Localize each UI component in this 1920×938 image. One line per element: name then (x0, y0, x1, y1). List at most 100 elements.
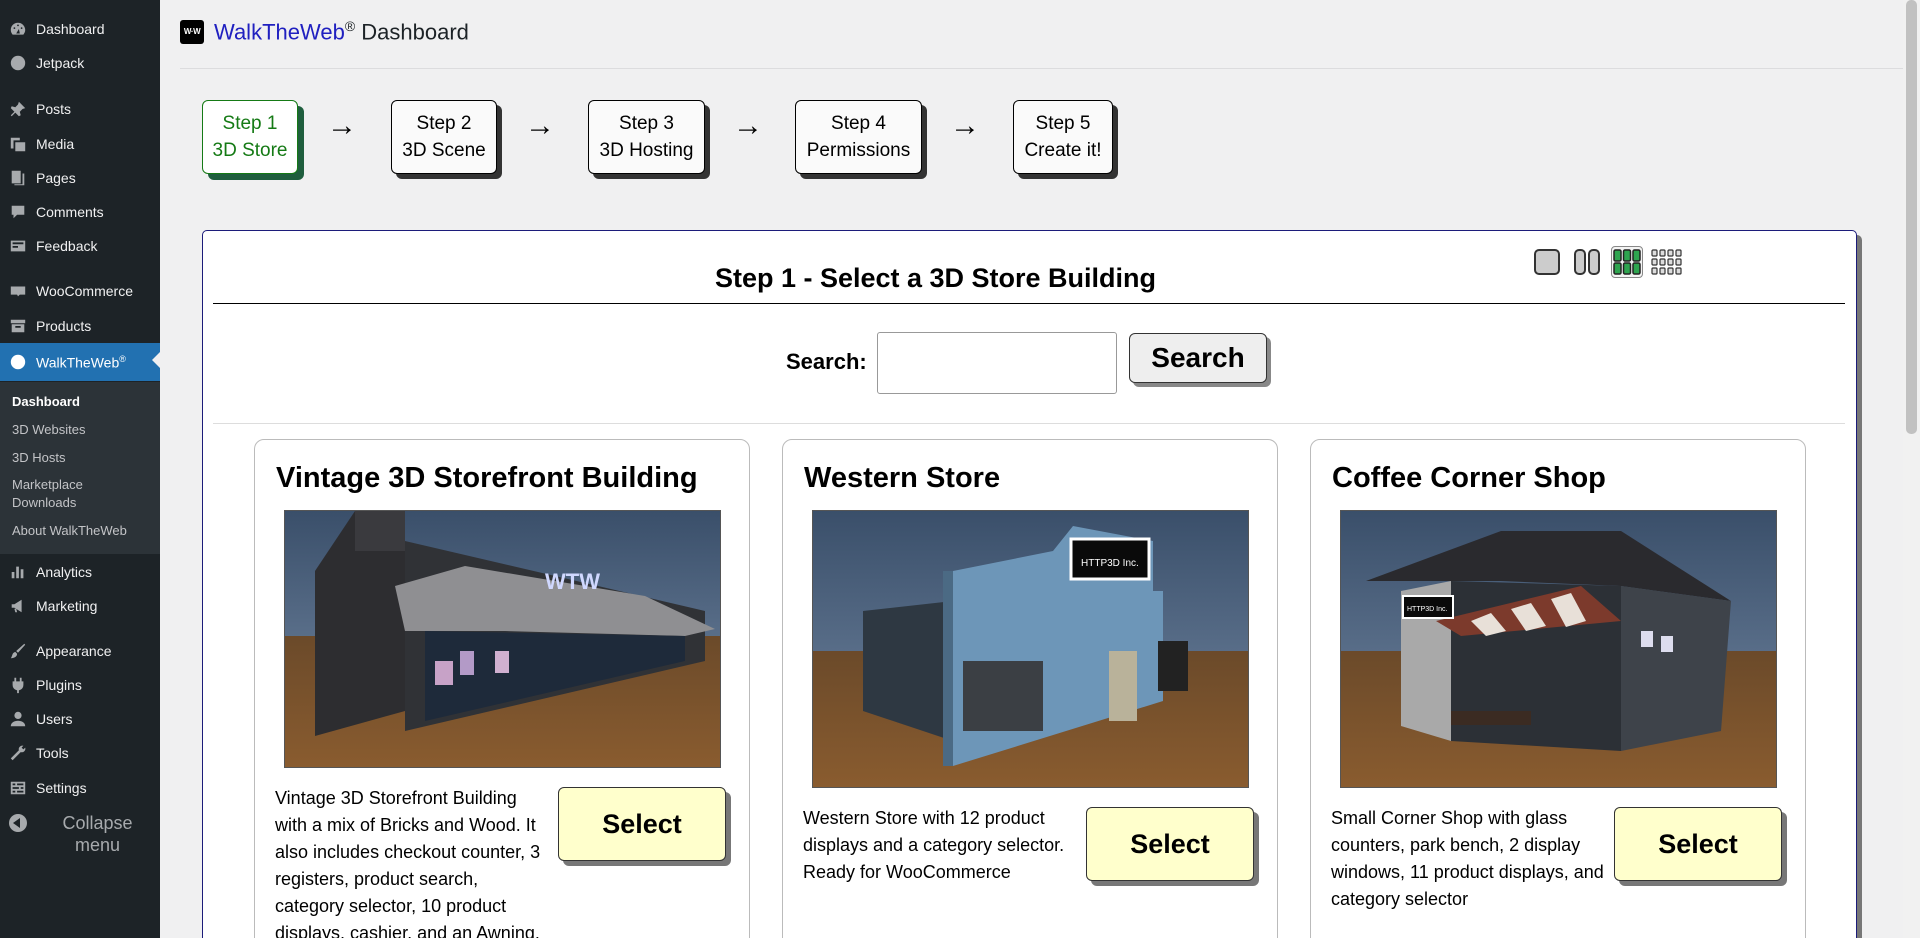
card-description: Vintage 3D Storefront Building with a mi… (275, 788, 541, 938)
sidebar-item-label: Comments (36, 204, 104, 220)
archive-icon (0, 317, 36, 335)
sidebar-item-label: Appearance (36, 643, 112, 659)
submenu-marketplace-downloads[interactable]: Marketplace Downloads (12, 476, 102, 512)
chart-icon (0, 563, 36, 581)
step-arrow-icon: → (733, 109, 763, 142)
sidebar-item-label: Products (36, 318, 92, 334)
settings-icon (0, 779, 36, 797)
submenu-about-walktheweb[interactable]: About WalkTheWeb (12, 522, 152, 540)
store-card-western: Western Store HTTP3D Inc. Western Store … (782, 439, 1278, 938)
search-label: Search: (786, 349, 867, 374)
card-title: Coffee Corner Shop (1332, 462, 1606, 494)
store-sign-text: HTTP3D Inc. (1081, 558, 1139, 569)
select-button[interactable]: Select (1614, 807, 1782, 881)
step-arrow-icon: → (327, 109, 357, 142)
step-sublabel: 3D Scene (402, 140, 486, 161)
megaphone-icon (0, 597, 36, 615)
card-title: Western Store (804, 462, 1001, 494)
registered-mark: ® (344, 18, 356, 34)
store-preview-image[interactable]: HTTP3D Inc. (1340, 510, 1777, 788)
step-arrow-icon: → (950, 109, 980, 142)
page-title-text: Dashboard (361, 19, 469, 45)
submenu-3d-websites[interactable]: 3D Websites (12, 421, 152, 439)
step-sublabel: Permissions (806, 140, 911, 161)
step-sublabel: 3D Store (212, 140, 288, 161)
sidebar-item-analytics[interactable]: Analytics (0, 555, 160, 589)
step-label: Step 1 (222, 113, 278, 134)
sidebar-item-feedback[interactable]: Feedback (0, 229, 160, 263)
select-button[interactable]: Select (558, 787, 726, 861)
brush-icon (0, 642, 36, 660)
admin-sidebar: Dashboard Jetpack Posts Media Pages Comm… (0, 0, 160, 938)
comment-icon (0, 203, 36, 221)
sidebar-item-dashboard[interactable]: Dashboard (0, 12, 160, 46)
card-description: Small Corner Shop with glass counters, p… (1331, 808, 1604, 909)
step-5-button[interactable]: Step 5 Create it! (1013, 100, 1113, 174)
page-scrollbar[interactable] (1903, 0, 1920, 938)
submenu-dashboard[interactable]: Dashboard (12, 393, 152, 411)
sidebar-item-pages[interactable]: Pages (0, 161, 160, 195)
sidebar-item-tools[interactable]: Tools (0, 736, 160, 770)
woocommerce-icon (0, 282, 36, 300)
walktheweb-submenu: Dashboard 3D Websites 3D Hosts Marketpla… (0, 382, 160, 554)
page-header: W·W WalkTheWeb® Dashboard (180, 18, 469, 45)
globe-icon (0, 353, 36, 371)
scrollbar-thumb[interactable] (1906, 0, 1917, 434)
panel-title: Step 1 - Select a 3D Store Building (714, 263, 1157, 293)
store-card-coffee: Coffee Corner Shop HTTP3D Inc. Small Cor… (1310, 439, 1806, 938)
sidebar-item-label: Settings (36, 780, 87, 796)
step-1-button[interactable]: Step 1 3D Store (202, 100, 298, 174)
step-2-button[interactable]: Step 2 3D Scene (391, 100, 497, 174)
step-3-button[interactable]: Step 3 3D Hosting (588, 100, 705, 174)
sidebar-item-plugins[interactable]: Plugins (0, 668, 160, 702)
sidebar-item-label: Feedback (36, 238, 98, 254)
sidebar-item-label: Plugins (36, 677, 82, 693)
dashboard-icon (0, 20, 36, 38)
sidebar-item-marketing[interactable]: Marketing (0, 589, 160, 623)
step-label: Step 3 (619, 113, 674, 134)
sidebar-item-label: Jetpack (36, 55, 85, 71)
sidebar-item-jetpack[interactable]: Jetpack (0, 46, 160, 80)
search-input[interactable] (877, 332, 1117, 394)
sidebar-item-walktheweb[interactable]: WalkTheWeb® (0, 343, 160, 381)
search-divider (213, 423, 1845, 424)
feedback-icon (0, 237, 36, 255)
sidebar-item-label: Users (36, 711, 73, 727)
sidebar-item-media[interactable]: Media (0, 127, 160, 161)
user-icon (0, 710, 36, 728)
sidebar-item-label: Marketing (36, 598, 98, 614)
brand-name: WalkTheWeb (214, 19, 345, 45)
step-label: Step 5 (1035, 113, 1091, 134)
card-description: Western Store with 12 product displays a… (803, 808, 1065, 882)
store-card-vintage: Vintage 3D Storefront Building WTW Vinta… (254, 439, 750, 938)
plug-icon (0, 676, 36, 694)
sidebar-item-label: Tools (36, 745, 69, 761)
sidebar-item-woocommerce[interactable]: WooCommerce (0, 274, 160, 308)
sidebar-item-label: Posts (36, 101, 72, 117)
page-title: WalkTheWeb® Dashboard (214, 18, 469, 45)
step-label: Step 4 (831, 113, 886, 134)
search-button[interactable]: Search (1129, 333, 1267, 383)
jetpack-icon (0, 54, 36, 72)
media-icon (0, 135, 36, 153)
store-sign-text: HTTP3D Inc. (1407, 606, 1448, 613)
sidebar-item-posts[interactable]: Posts (0, 92, 160, 126)
submenu-3d-hosts[interactable]: 3D Hosts (12, 449, 152, 467)
sidebar-item-appearance[interactable]: Appearance (0, 634, 160, 668)
sidebar-item-products[interactable]: Products (0, 309, 160, 343)
sidebar-item-comments[interactable]: Comments (0, 195, 160, 229)
collapse-menu-label: Collapse menu (62, 813, 133, 855)
wrench-icon (0, 744, 36, 762)
store-preview-image[interactable]: HTTP3D Inc. (812, 510, 1249, 788)
store-selection-panel: Step 1 - Select a 3D Store Building Sear… (202, 230, 1857, 938)
step-4-button[interactable]: Step 4 Permissions (795, 100, 922, 174)
sidebar-item-label: Analytics (36, 564, 93, 580)
pages-icon (0, 169, 36, 187)
sidebar-item-label: Dashboard (36, 21, 105, 37)
select-button[interactable]: Select (1086, 807, 1254, 881)
pin-icon (0, 100, 36, 118)
sidebar-item-label: WooCommerce (36, 283, 133, 299)
store-preview-image[interactable]: WTW (284, 510, 721, 768)
sidebar-item-settings[interactable]: Settings (0, 771, 160, 805)
sidebar-item-users[interactable]: Users (0, 702, 160, 736)
